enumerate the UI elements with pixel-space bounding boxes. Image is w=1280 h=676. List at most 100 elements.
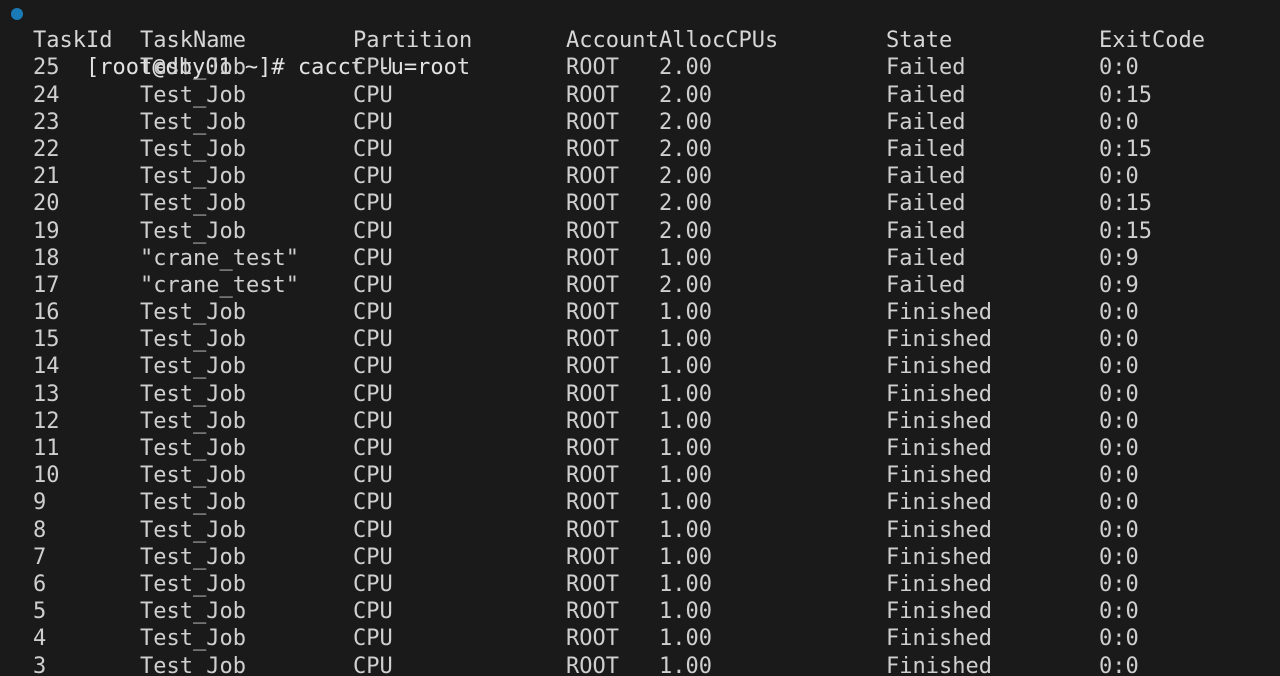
cell-state: Finished xyxy=(886,327,992,353)
table-row: 5 Test_Job CPU ROOT 1.00 Finished 0:0 xyxy=(0,598,1280,625)
cell-state: Failed xyxy=(886,191,966,217)
cell-exitcode: 0:0 xyxy=(1099,354,1139,380)
cell-taskname: Test_Job xyxy=(140,653,246,676)
cell-partition: CPU xyxy=(353,490,393,516)
cell-exitcode: 0:0 xyxy=(1099,300,1139,326)
cell-exitcode: 0:0 xyxy=(1099,436,1139,461)
cell-taskname: Test_Job xyxy=(140,136,246,162)
table-row: 8 Test_Job CPU ROOT 1.00 Finished 0:0 xyxy=(0,517,1280,544)
cell-alloccpus: 1.00 xyxy=(659,300,712,326)
cell-partition: CPU xyxy=(353,463,393,489)
cell-state: Finished xyxy=(886,599,992,625)
cell-exitcode: 0:0 xyxy=(1099,109,1139,135)
cell-taskname: Test_Job xyxy=(140,626,246,652)
cell-state: Finished xyxy=(886,300,992,326)
cell-taskid: 25 xyxy=(33,55,60,81)
cell-account: ROOT xyxy=(566,517,619,543)
cell-account: ROOT xyxy=(566,436,619,461)
cell-taskid: 21 xyxy=(33,164,60,190)
table-row: 12 Test_Job CPU ROOT 1.00 Finished 0:0 xyxy=(0,408,1280,435)
cell-taskname: Test_Job xyxy=(140,381,246,407)
cell-partition: CPU xyxy=(353,272,393,298)
cell-alloccpus: 1.00 xyxy=(659,408,712,434)
table-header-row: TaskId TaskName Partition Account AllocC… xyxy=(0,27,1280,54)
cell-alloccpus: 1.00 xyxy=(659,626,712,652)
cell-alloccpus: 2.00 xyxy=(659,109,712,135)
cell-taskname: Test_Job xyxy=(140,55,246,81)
cell-taskid: 6 xyxy=(33,571,47,597)
table-row: 25 Test_Job CPU ROOT 2.00 Failed 0:0 xyxy=(0,54,1280,81)
cell-account: ROOT xyxy=(566,55,619,81)
cell-partition: CPU xyxy=(353,218,393,244)
cell-partition: CPU xyxy=(353,300,393,326)
cell-partition: CPU xyxy=(353,408,393,434)
cell-exitcode: 0:0 xyxy=(1099,55,1139,81)
cell-taskname: Test_Job xyxy=(140,300,246,326)
column-header-partition: Partition xyxy=(353,28,473,54)
cell-partition: CPU xyxy=(353,109,393,135)
cell-account: ROOT xyxy=(566,571,619,597)
cell-partition: CPU xyxy=(353,55,393,81)
cell-taskname: Test_Job xyxy=(140,354,246,380)
cell-taskid: 9 xyxy=(33,490,47,516)
table-row: 19 Test_Job CPU ROOT 2.00 Failed 0:15 xyxy=(0,218,1280,245)
cell-alloccpus: 2.00 xyxy=(659,82,712,108)
column-header-account: Account xyxy=(566,28,659,54)
cell-alloccpus: 2.00 xyxy=(659,136,712,162)
cell-partition: CPU xyxy=(353,82,393,108)
cell-taskname: Test_Job xyxy=(140,327,246,353)
cell-account: ROOT xyxy=(566,82,619,108)
cell-taskid: 24 xyxy=(33,82,60,108)
cell-taskid: 16 xyxy=(33,300,60,326)
cell-account: ROOT xyxy=(566,408,619,434)
cell-partition: CPU xyxy=(353,191,393,217)
cell-account: ROOT xyxy=(566,354,619,380)
terminal-window[interactable]: [root@dby01 ~]# cacct -u=root TaskId Tas… xyxy=(0,0,1280,676)
cell-partition: CPU xyxy=(353,245,393,271)
cell-taskname: Test_Job xyxy=(140,191,246,217)
cell-exitcode: 0:15 xyxy=(1099,218,1152,244)
cell-alloccpus: 1.00 xyxy=(659,381,712,407)
cell-account: ROOT xyxy=(566,191,619,217)
cell-taskid: 13 xyxy=(33,381,60,407)
cell-taskid: 7 xyxy=(33,544,47,570)
cell-exitcode: 0:0 xyxy=(1099,571,1139,597)
cell-state: Finished xyxy=(886,354,992,380)
cell-account: ROOT xyxy=(566,490,619,516)
cell-account: ROOT xyxy=(566,245,619,271)
cell-taskid: 20 xyxy=(33,191,60,217)
column-header-exitcode: ExitCode xyxy=(1099,28,1205,54)
cell-state: Failed xyxy=(886,136,966,162)
cell-partition: CPU xyxy=(353,653,393,676)
cell-taskname: Test_Job xyxy=(140,571,246,597)
cell-state: Finished xyxy=(886,653,992,676)
cell-partition: CPU xyxy=(353,381,393,407)
cell-taskname: Test_Job xyxy=(140,463,246,489)
cell-alloccpus: 2.00 xyxy=(659,55,712,81)
cell-state: Failed xyxy=(886,272,966,298)
cell-partition: CPU xyxy=(353,327,393,353)
table-row: 6 Test_Job CPU ROOT 1.00 Finished 0:0 xyxy=(0,571,1280,598)
cell-alloccpus: 1.00 xyxy=(659,245,712,271)
cell-alloccpus: 1.00 xyxy=(659,571,712,597)
cell-partition: CPU xyxy=(353,136,393,162)
table-row: 16 Test_Job CPU ROOT 1.00 Finished 0:0 xyxy=(0,299,1280,326)
cell-exitcode: 0:0 xyxy=(1099,544,1139,570)
table-row: 15 Test_Job CPU ROOT 1.00 Finished 0:0 xyxy=(0,326,1280,353)
column-header-taskid: TaskId xyxy=(33,28,113,54)
cell-partition: CPU xyxy=(353,436,393,461)
cell-state: Failed xyxy=(886,82,966,108)
cell-alloccpus: 1.00 xyxy=(659,463,712,489)
cell-alloccpus: 1.00 xyxy=(659,327,712,353)
cell-taskid: 4 xyxy=(33,626,47,652)
cell-state: Finished xyxy=(886,381,992,407)
cell-account: ROOT xyxy=(566,599,619,625)
cell-alloccpus: 1.00 xyxy=(659,436,712,461)
cell-alloccpus: 1.00 xyxy=(659,544,712,570)
cell-account: ROOT xyxy=(566,164,619,190)
cell-exitcode: 0:0 xyxy=(1099,517,1139,543)
cell-account: ROOT xyxy=(566,300,619,326)
cell-taskid: 19 xyxy=(33,218,60,244)
cell-state: Finished xyxy=(886,436,992,461)
cell-alloccpus: 2.00 xyxy=(659,272,712,298)
